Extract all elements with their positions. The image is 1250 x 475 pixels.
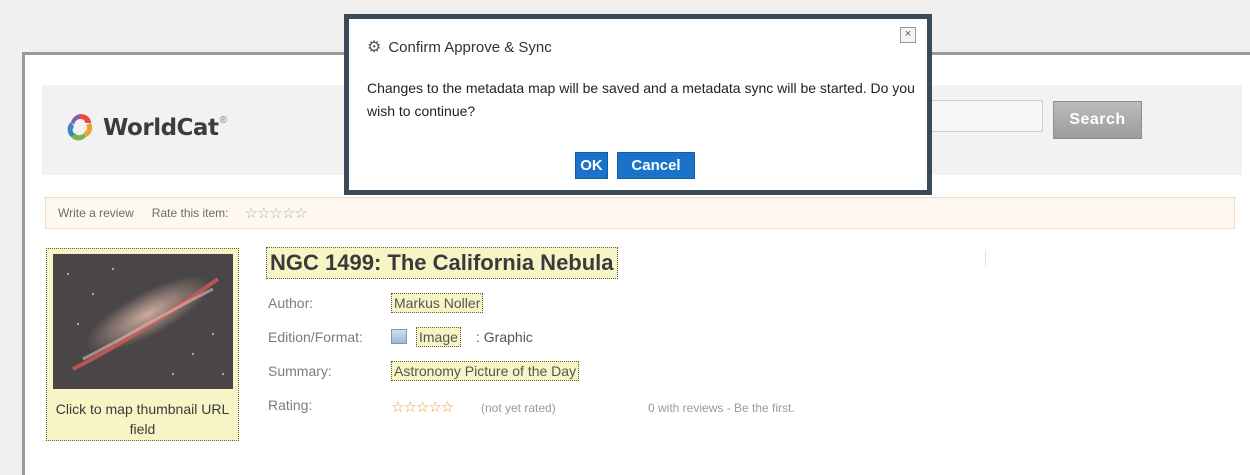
search-button[interactable]: Search [1053,101,1142,139]
worldcat-logo[interactable]: WorldCat ® [60,108,227,148]
record-title[interactable]: NGC 1499: The California Nebula [266,247,618,279]
gear-icon: ⚙ [367,39,382,56]
worldcat-logo-icon [67,114,93,141]
nebula-thumbnail [53,254,233,389]
ok-button[interactable]: OK [575,152,608,179]
dialog-message: Changes to the metadata map will be save… [367,80,915,119]
rating-status: (not yet rated) [481,401,556,415]
confirm-dialog: ⚙ Confirm Approve & Sync × Changes to th… [344,14,932,195]
search-input[interactable] [925,100,1043,132]
actions-bar: Write a review Rate this item: ☆☆☆☆☆ [45,197,1235,229]
summary-label: Summary: [268,363,332,379]
close-icon[interactable]: × [900,27,916,43]
write-review-link[interactable]: Write a review [58,206,134,220]
edition-label: Edition/Format: [268,329,363,345]
rate-item-label: Rate this item: [151,206,229,220]
image-format-icon [391,329,407,344]
registered-mark: ® [219,114,227,126]
rating-label: Rating: [268,397,313,413]
edition-value[interactable]: Image [416,327,461,347]
edition-suffix: : Graphic [476,329,533,345]
thumbnail-map-field[interactable]: Click to map thumbnail URL field [46,248,239,441]
dialog-title: ⚙ Confirm Approve & Sync [367,37,552,57]
summary-value[interactable]: Astronomy Picture of the Day [391,361,580,381]
thumbnail-caption: Click to map thumbnail URL field [55,401,230,437]
rating-stars[interactable]: ☆☆☆☆☆ [391,398,454,416]
author-label: Author: [268,295,314,311]
reviews-link[interactable]: 0 with reviews - Be the first. [648,401,795,415]
rate-stars-input[interactable]: ☆☆☆☆☆ [245,204,308,222]
dialog-title-text: Confirm Approve & Sync [388,38,552,56]
divider [985,250,986,266]
cancel-button[interactable]: Cancel [617,152,695,179]
logo-text: WorldCat [103,115,219,141]
dialog-buttons: OK Cancel [575,152,695,179]
author-value[interactable]: Markus Noller [391,293,484,313]
